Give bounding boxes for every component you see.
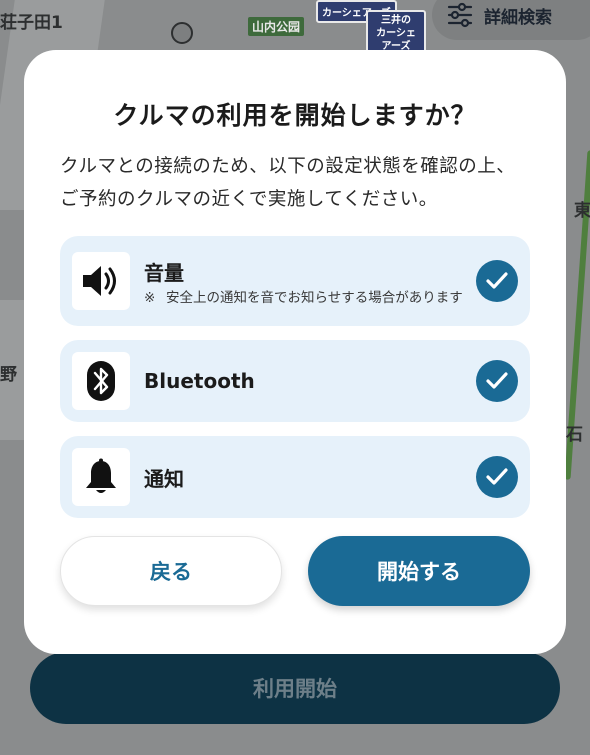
filter-sliders-icon — [447, 2, 473, 28]
bluetooth-icon — [72, 352, 130, 410]
start-use-button: 利用開始 — [30, 652, 560, 724]
back-button[interactable]: 戻る — [60, 536, 282, 606]
permission-item-notification[interactable]: 通知 — [60, 436, 530, 518]
note-mark: ※ — [144, 289, 156, 306]
permission-label-notification: 通知 — [144, 466, 184, 491]
map-label-area: 荘子田1 — [0, 13, 63, 33]
bell-icon — [72, 448, 130, 506]
permission-item-bluetooth[interactable]: Bluetooth — [60, 340, 530, 422]
map-pin-icon — [171, 22, 193, 44]
map-label-park: 山内公园 — [248, 17, 305, 36]
note-text: 安全上の通知を音でお知らせする場合があります — [166, 289, 463, 306]
dialog-description: クルマとの接続のため、以下の設定状態を確認の上、ご予約のクルマの近くで実施してく… — [60, 156, 516, 210]
speaker-icon — [72, 252, 130, 310]
map-station-sign-2-top: 三井の — [381, 15, 411, 26]
dialog-title: クルマの利用を開始しますか？ — [113, 101, 477, 130]
dialog-actions: 戻る 開始する — [60, 536, 530, 606]
map-label-left: 野 — [0, 365, 17, 385]
permission-item-volume[interactable]: 音量 ※ 安全上の通知を音でお知らせする場合があります — [60, 236, 530, 326]
permission-label-volume: 音量 — [144, 260, 184, 285]
permission-list: 音量 ※ 安全上の通知を音でお知らせする場合があります Bluetooth 通知 — [60, 236, 530, 518]
check-icon — [476, 360, 518, 402]
filter-button-label: 詳細検索 — [484, 7, 552, 28]
permission-note-volume: ※ 安全上の通知を音でお知らせする場合があります — [144, 290, 470, 306]
map-label-right-top: 東 — [574, 201, 590, 221]
check-icon — [476, 260, 518, 302]
map-label-right: 石 — [566, 425, 583, 445]
start-button[interactable]: 開始する — [308, 536, 530, 606]
permission-label-bluetooth: Bluetooth — [144, 369, 255, 393]
start-confirm-dialog: クルマの利用を開始しますか？ クルマとの接続のため、以下の設定状態を確認の上、ご… — [24, 50, 566, 654]
filter-button[interactable]: 詳細検索 — [432, 0, 590, 40]
check-icon — [476, 456, 518, 498]
